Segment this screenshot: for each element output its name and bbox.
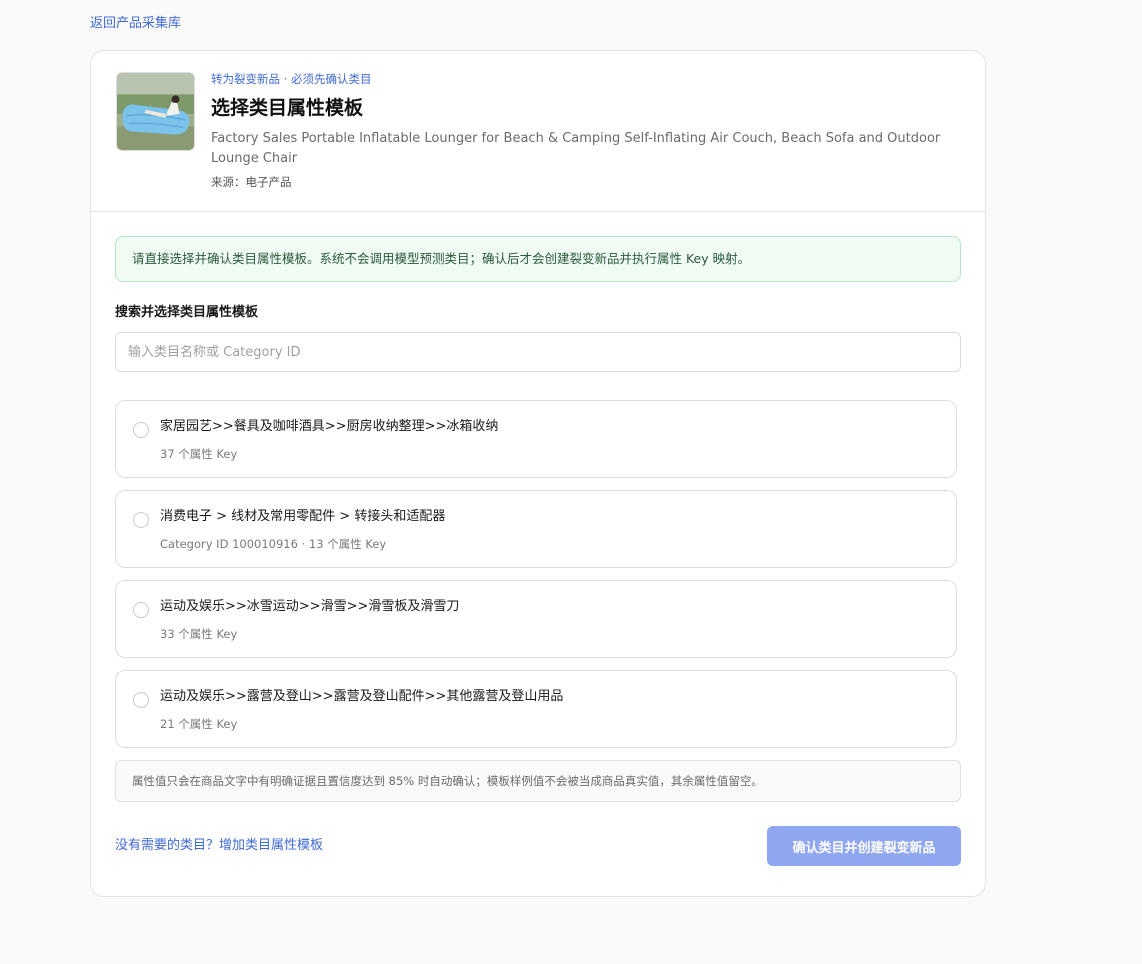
category-search-input[interactable] — [115, 332, 961, 372]
product-thumbnail — [116, 72, 195, 151]
header-eyebrow: 转为裂变新品 · 必须先确认类目 — [211, 72, 372, 86]
category-option-title: 消费电子 > 线材及常用零配件 > 转接头和适配器 — [160, 509, 446, 524]
page-title: 选择类目属性模板 — [211, 97, 364, 119]
page: 返回产品采集库 转为裂变新品 · 必须先确认类目 选择类目属性模板 Factor… — [0, 0, 1142, 964]
card-footer: 没有需要的类目？增加类目属性模板 确认类目并创建裂变新品 — [115, 826, 961, 866]
category-option-list: 家居园艺>>餐具及咖啡酒具>>厨房收纳整理>>冰箱收纳 37 个属性 Key 消… — [115, 400, 961, 748]
radio-button[interactable] — [133, 602, 149, 618]
category-option[interactable]: 运动及娱乐>>冰雪运动>>滑雪>>滑雪板及滑雪刀 33 个属性 Key — [115, 580, 957, 658]
category-option-title: 运动及娱乐>>冰雪运动>>滑雪>>滑雪板及滑雪刀 — [160, 599, 460, 614]
category-option-meta: 37 个属性 Key — [160, 447, 238, 461]
category-option-meta: 21 个属性 Key — [160, 717, 238, 731]
add-category-template-link[interactable]: 没有需要的类目？增加类目属性模板 — [115, 836, 323, 856]
info-notice: 请直接选择并确认类目属性模板。系统不会调用模型预测类目；确认后才会创建裂变新品并… — [115, 236, 961, 282]
inflatable-lounger-photo-icon — [117, 73, 194, 150]
radio-button[interactable] — [133, 422, 149, 438]
category-option[interactable]: 消费电子 > 线材及常用零配件 > 转接头和适配器 Category ID 10… — [115, 490, 957, 568]
radio-button[interactable] — [133, 512, 149, 528]
confirm-create-button[interactable]: 确认类目并创建裂变新品 — [767, 826, 961, 866]
back-to-library-link[interactable]: 返回产品采集库 — [90, 15, 181, 33]
card-body: 请直接选择并确认类目属性模板。系统不会调用模型预测类目；确认后才会创建裂变新品并… — [115, 236, 961, 866]
product-source: 来源：电子产品 — [211, 175, 292, 189]
category-option-meta: 33 个属性 Key — [160, 627, 238, 641]
category-option-title: 家居园艺>>餐具及咖啡酒具>>厨房收纳整理>>冰箱收纳 — [160, 419, 499, 434]
product-name: Factory Sales Portable Inflatable Lounge… — [211, 131, 941, 166]
search-label: 搜索并选择类目属性模板 — [115, 305, 259, 320]
category-option[interactable]: 家居园艺>>餐具及咖啡酒具>>厨房收纳整理>>冰箱收纳 37 个属性 Key — [115, 400, 957, 478]
category-option-title: 运动及娱乐>>露营及登山>>露营及登山配件>>其他露营及登山用品 — [160, 689, 564, 704]
product-header: 转为裂变新品 · 必须先确认类目 选择类目属性模板 Factory Sales … — [91, 51, 985, 212]
category-option-meta: Category ID 100010916 · 13 个属性 Key — [160, 537, 387, 551]
category-select-card: 转为裂变新品 · 必须先确认类目 选择类目属性模板 Factory Sales … — [90, 50, 986, 897]
radio-button[interactable] — [133, 692, 149, 708]
category-option[interactable]: 运动及娱乐>>露营及登山>>露营及登山配件>>其他露营及登山用品 21 个属性 … — [115, 670, 957, 748]
confidence-footnote: 属性值只会在商品文字中有明确证据且置信度达到 85% 时自动确认；模板样例值不会… — [115, 760, 961, 802]
product-header-text: 转为裂变新品 · 必须先确认类目 选择类目属性模板 Factory Sales … — [211, 71, 961, 190]
